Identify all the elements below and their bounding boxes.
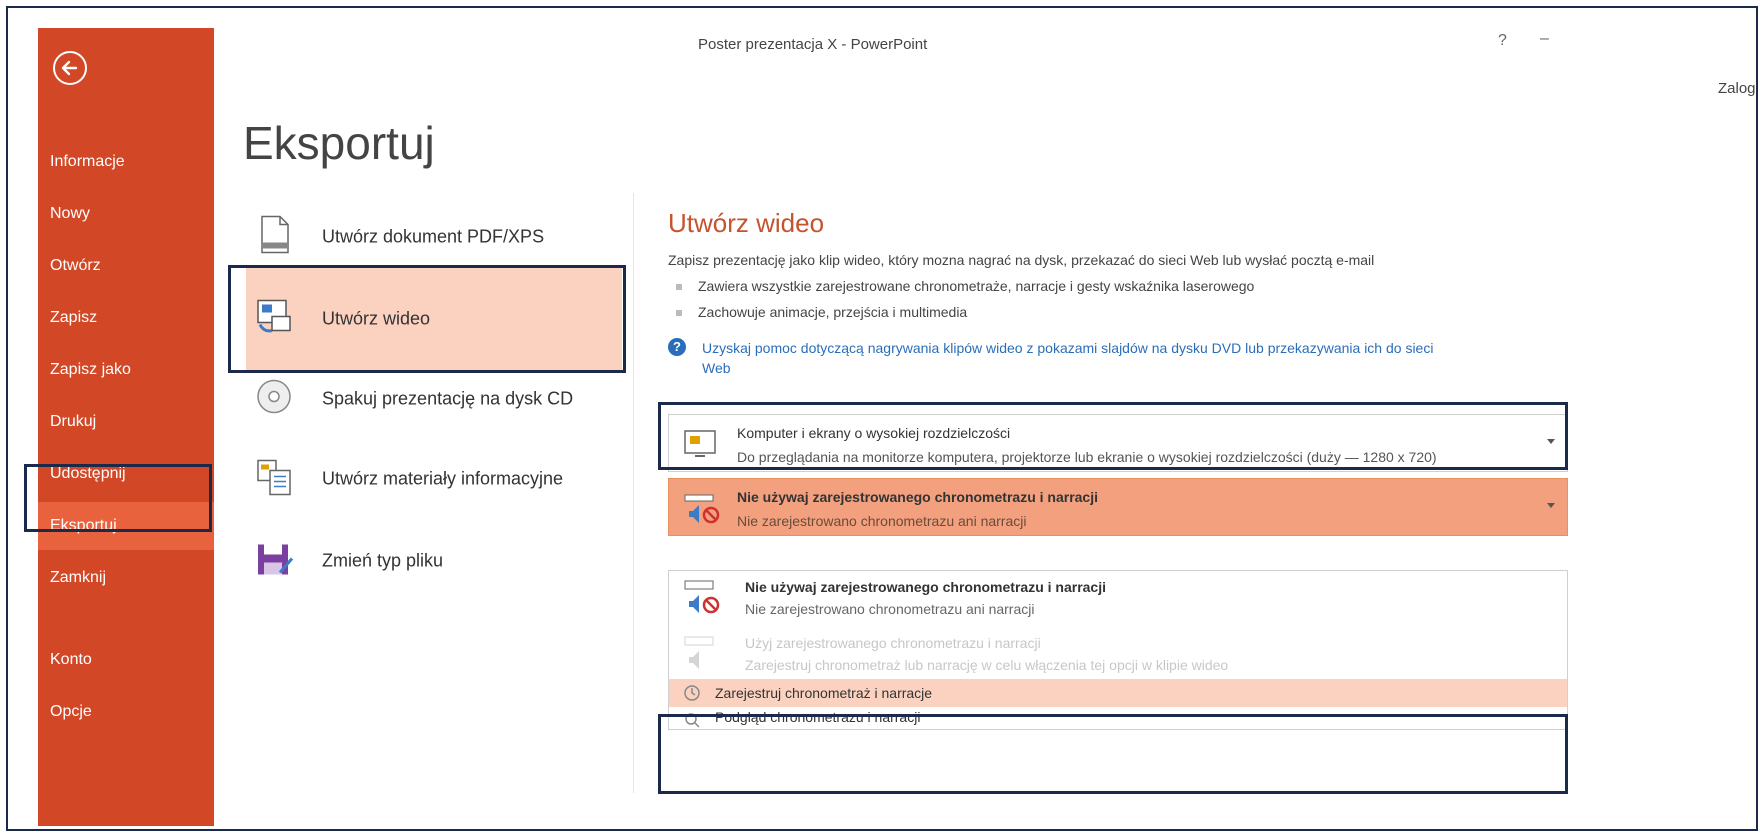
bullet-square-icon [676, 284, 682, 291]
help-link-text[interactable]: Uzyskaj pomoc dotyczącą nagrywania klipó… [702, 338, 1433, 378]
video-description: Zapisz prezentację jako klip wideo, któr… [668, 252, 1375, 268]
timing-dropdown[interactable]: Nie używaj zarejestrowanego chronometraz… [668, 478, 1568, 536]
narration-icon [683, 635, 723, 678]
sidebar-item-nowy[interactable]: Nowy [38, 190, 214, 238]
export-option-label: Spakuj prezentację na dysk CD [322, 388, 574, 409]
menu-item-subtitle: Nie zarejestrowano chronometrazu ani nar… [745, 601, 1035, 617]
highlight-record-timing [658, 714, 1568, 794]
menu-item-title: Użyj zarejestrowanego chronometrazu i na… [745, 635, 1041, 651]
menu-item-record[interactable]: Zarejestruj chronometraż i narracje [669, 679, 1567, 707]
minimize-button[interactable]: – [1540, 30, 1549, 48]
bullet-text: Zawiera wszystkie zarejestrowane chronom… [698, 278, 1255, 294]
handouts-icon [254, 455, 294, 504]
sidebar-item-opcje[interactable]: Opcje [38, 688, 214, 736]
highlight-quality-dropdown [658, 402, 1568, 470]
sidebar-item-otworz[interactable]: Otwórz [38, 242, 214, 290]
highlight-eksportuj [24, 464, 212, 532]
powerpoint-window: Informacje Nowy Otwórz Zapisz Zapisz jak… [6, 6, 1758, 831]
page-title: Eksportuj [243, 117, 435, 169]
cd-disc-icon [254, 375, 294, 424]
pdf-document-icon [254, 213, 294, 262]
sidebar-item-konto[interactable]: Konto [38, 636, 214, 684]
window-title: Poster prezentacja X - PowerPoint [698, 36, 928, 53]
login-link[interactable]: Zalogu [1718, 80, 1756, 97]
panel-divider [633, 193, 634, 793]
video-section-title: Utwórz wideo [668, 208, 825, 238]
back-button[interactable] [53, 51, 87, 85]
menu-item-no-timing[interactable]: Nie używaj zarejestrowanego chronometraz… [669, 571, 1567, 625]
timing-title: Nie używaj zarejestrowanego chronometraz… [737, 489, 1098, 505]
bullet-text: Zachowuje animacje, przejścia i multimed… [698, 304, 968, 320]
sidebar-item-drukuj[interactable]: Drukuj [38, 398, 214, 446]
sidebar-item-zamknij[interactable]: Zamknij [38, 554, 214, 602]
back-arrow-icon [61, 60, 78, 76]
sidebar-item-informacje[interactable]: Informacje [38, 138, 214, 186]
record-timing-icon [683, 684, 701, 707]
backstage-sidebar: Informacje Nowy Otwórz Zapisz Zapisz jak… [38, 28, 214, 826]
timing-menu: Nie używaj zarejestrowanego chronometraz… [668, 570, 1568, 730]
menu-item-subtitle: Zarejestruj chronometraż lub narrację w … [745, 657, 1229, 673]
bullet-item: Zawiera wszystkie zarejestrowane chronom… [676, 278, 1254, 294]
no-narration-icon [683, 579, 723, 622]
no-narration-icon [683, 493, 723, 532]
bullet-square-icon [676, 310, 682, 317]
bullet-item: Zachowuje animacje, przejścia i multimed… [676, 304, 967, 320]
timing-subtitle: Nie zarejestrowano chronometrazu ani nar… [737, 513, 1027, 529]
export-option-label: Utwórz dokument PDF/XPS [322, 226, 545, 247]
export-option-change-file-type[interactable]: Zmień typ pliku [246, 510, 622, 612]
menu-item-title: Nie używaj zarejestrowanego chronometraz… [745, 579, 1106, 595]
help-link-line1: Uzyskaj pomoc dotyczącą nagrywania klipó… [702, 340, 1434, 356]
sidebar-item-zapisz[interactable]: Zapisz [38, 294, 214, 342]
export-option-label: Zmień typ pliku [322, 550, 444, 571]
export-option-label: Utwórz materiały informacyjne [322, 468, 564, 489]
question-mark-icon: ? [668, 338, 686, 356]
help-link-line2: Web [702, 360, 731, 376]
change-file-type-icon [254, 537, 294, 586]
chevron-down-icon[interactable] [1547, 503, 1555, 508]
menu-item-label: Zarejestruj chronometraż i narracje [715, 685, 933, 701]
menu-item-use-timing: Użyj zarejestrowanego chronometrazu i na… [669, 627, 1567, 681]
sidebar-item-zapisz-jako[interactable]: Zapisz jako [38, 346, 214, 394]
help-button[interactable]: ? [1498, 32, 1507, 50]
